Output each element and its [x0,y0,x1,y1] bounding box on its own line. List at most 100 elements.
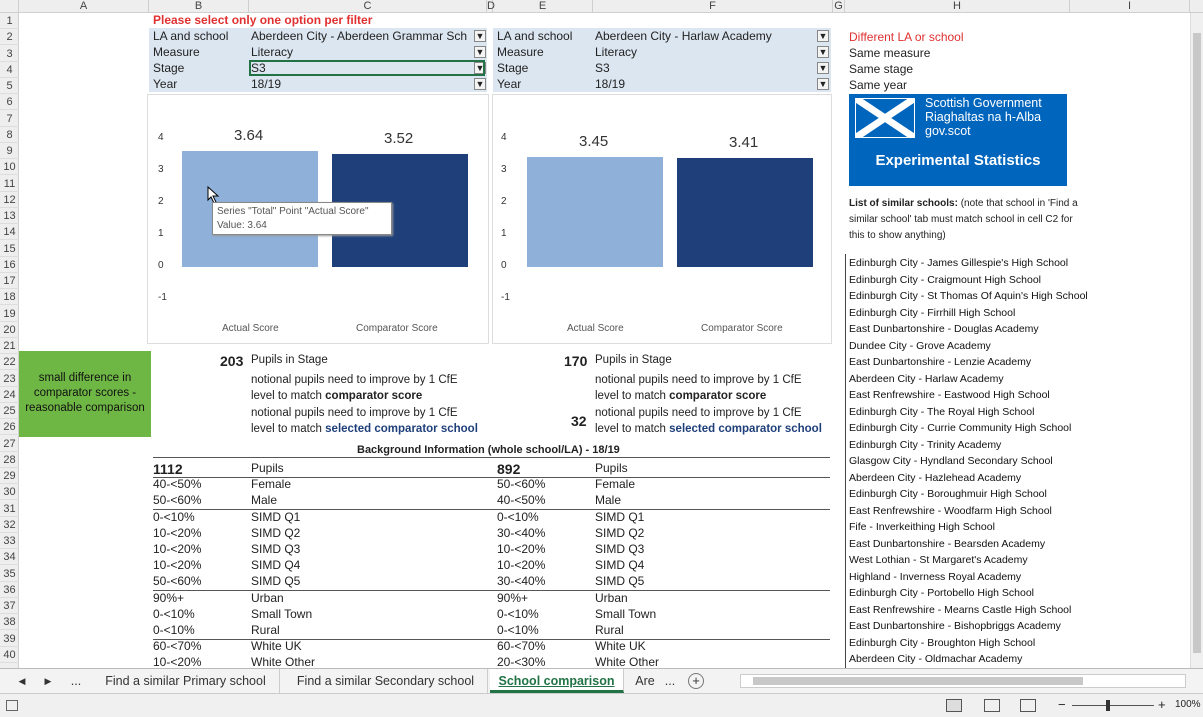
row-header-30[interactable]: 30 [0,484,19,501]
similar-school-item[interactable]: East Renfrewshire - Mearns Castle High S… [849,604,1071,616]
tab-more-right-button[interactable]: ... [658,669,682,693]
zoom-slider[interactable] [1072,705,1154,706]
row-header-35[interactable]: 35 [0,566,19,582]
row-header-22[interactable]: 22 [0,354,19,371]
page-break-view-icon[interactable] [1020,699,1036,712]
row-header-19[interactable]: 19 [0,306,19,322]
similar-school-item[interactable]: Edinburgh City - The Royal High School [849,406,1034,418]
col-c-header[interactable]: C [249,0,487,13]
right_filters-value-3[interactable]: 18/19 [595,77,813,91]
row-header-15[interactable]: 15 [0,241,19,257]
row-header-24[interactable]: 24 [0,387,19,403]
row-header-32[interactable]: 32 [0,517,19,533]
col-f-header[interactable]: F [593,0,833,13]
row-header-26[interactable]: 26 [0,419,19,436]
zoom-out-button[interactable]: − [1058,697,1066,712]
left_filters-filter-button-3[interactable]: ▼ [474,78,486,90]
similar-school-item[interactable]: Edinburgh City - Firrhill High School [849,307,1015,319]
similar-school-item[interactable]: Aberdeen City - Oldmachar Academy [849,653,1022,665]
horizontal-scroll-thumb[interactable] [753,677,1083,685]
similar-school-item[interactable]: Aberdeen City - Hazlehead Academy [849,472,1021,484]
tab-school-comparison[interactable]: School comparison [490,669,624,693]
similar-school-item[interactable]: Fife - Inverkeithing High School [849,521,995,533]
row-header-40[interactable]: 40 [0,647,19,663]
tab-more-left-button[interactable]: ... [62,669,90,693]
similar-school-item[interactable]: East Renfrewshire - Eastwood High School [849,389,1050,401]
right_filters-value-0[interactable]: Aberdeen City - Harlaw Academy [595,29,813,43]
similar-school-item[interactable]: East Renfrewshire - Woodfarm High School [849,505,1052,517]
row-header-7[interactable]: 7 [0,111,19,127]
selected-cell-c4[interactable] [249,60,485,76]
row-header-37[interactable]: 37 [0,598,19,614]
row-header-12[interactable]: 12 [0,192,19,208]
row-header-13[interactable]: 13 [0,208,19,224]
page-layout-view-icon[interactable] [984,699,1000,712]
y-tick-label[interactable]: -1 [501,292,510,303]
row-header-29[interactable]: 29 [0,468,19,484]
row-header-18[interactable]: 18 [0,289,19,306]
row-header-25[interactable]: 25 [0,403,19,419]
horizontal-scrollbar[interactable] [740,674,1186,688]
add-sheet-button[interactable]: + [688,673,704,689]
row-header-28[interactable]: 28 [0,452,19,468]
tab-are[interactable]: Are [630,669,660,693]
similar-school-item[interactable]: Highland - Inverness Royal Academy [849,571,1021,583]
right-chart-area[interactable]: 4 3 2 1 0 -1 3.45 Actual Score 3.41 Comparator Sc… [492,94,832,344]
zoom-slider-thumb[interactable] [1106,700,1110,711]
y-tick-label[interactable]: 0 [501,260,507,271]
similar-school-item[interactable]: East Dunbartonshire - Bishopbriggs Acade… [849,620,1061,632]
y-tick-label[interactable]: 3 [501,164,507,175]
left_filters-value-1[interactable]: Literacy [251,45,470,59]
row-header-23[interactable]: 23 [0,371,19,387]
col-a-header[interactable]: A [19,0,149,13]
similar-school-item[interactable]: Edinburgh City - Broughton High School [849,637,1035,649]
tab-find-secondary[interactable]: Find a similar Secondary school [284,669,488,693]
row-header-36[interactable]: 36 [0,582,19,598]
row-header-4[interactable]: 4 [0,62,19,78]
similar-school-item[interactable]: Aberdeen City - Harlaw Academy [849,373,1004,385]
right_filters-filter-button-2[interactable]: ▼ [817,62,829,74]
y-tick-label[interactable]: 3 [158,164,164,175]
select-all-corner[interactable] [0,0,19,13]
similar-school-item[interactable]: Dundee City - Grove Academy [849,340,991,352]
row-header-34[interactable]: 34 [0,549,19,566]
y-tick-label[interactable]: -1 [158,292,167,303]
row-header-20[interactable]: 20 [0,322,19,338]
right_filters-value-1[interactable]: Literacy [595,45,813,59]
row-header-9[interactable]: 9 [0,143,19,159]
zoom-in-button[interactable]: + [1158,697,1166,712]
row-header-2[interactable]: 2 [0,29,19,46]
y-tick-label[interactable]: 2 [158,196,164,207]
similar-school-item[interactable]: Edinburgh City - Craigmount High School [849,274,1041,286]
tab-scroll-right-button[interactable]: ▶ [38,669,58,693]
col-b-header[interactable]: B [149,0,249,13]
similar-school-item[interactable]: Edinburgh City - Portobello High School [849,587,1034,599]
row-header-8[interactable]: 8 [0,127,19,143]
y-tick-label[interactable]: 2 [501,196,507,207]
row-header-11[interactable]: 11 [0,176,19,192]
zoom-level[interactable]: 100% [1175,699,1201,710]
row-header-21[interactable]: 21 [0,338,19,354]
right_filters-filter-button-0[interactable]: ▼ [817,30,829,42]
similar-school-item[interactable]: Edinburgh City - Trinity Academy [849,439,1001,451]
left_filters-filter-button-0[interactable]: ▼ [474,30,486,42]
vertical-scroll-thumb[interactable] [1193,33,1201,653]
chart-bar-actual[interactable] [527,156,663,267]
row-header-17[interactable]: 17 [0,273,19,289]
tab-scroll-left-button[interactable]: ◀ [12,669,32,693]
row-header-10[interactable]: 10 [0,159,19,176]
row-header-16[interactable]: 16 [0,257,19,273]
y-tick-label[interactable]: 0 [158,260,164,271]
left_filters-value-3[interactable]: 18/19 [251,77,470,91]
row-header-38[interactable]: 38 [0,614,19,631]
y-tick-label[interactable]: 4 [501,132,507,143]
row-header-3[interactable]: 3 [0,46,19,62]
y-tick-label[interactable]: 1 [158,228,164,239]
normal-view-icon[interactable] [946,699,962,712]
y-tick-label[interactable]: 1 [501,228,507,239]
row-header-31[interactable]: 31 [0,501,19,517]
row-header-27[interactable]: 27 [0,436,19,452]
y-tick-label[interactable]: 4 [158,132,164,143]
similar-school-item[interactable]: Edinburgh City - Boroughmuir High School [849,488,1047,500]
row-header-14[interactable]: 14 [0,224,19,241]
